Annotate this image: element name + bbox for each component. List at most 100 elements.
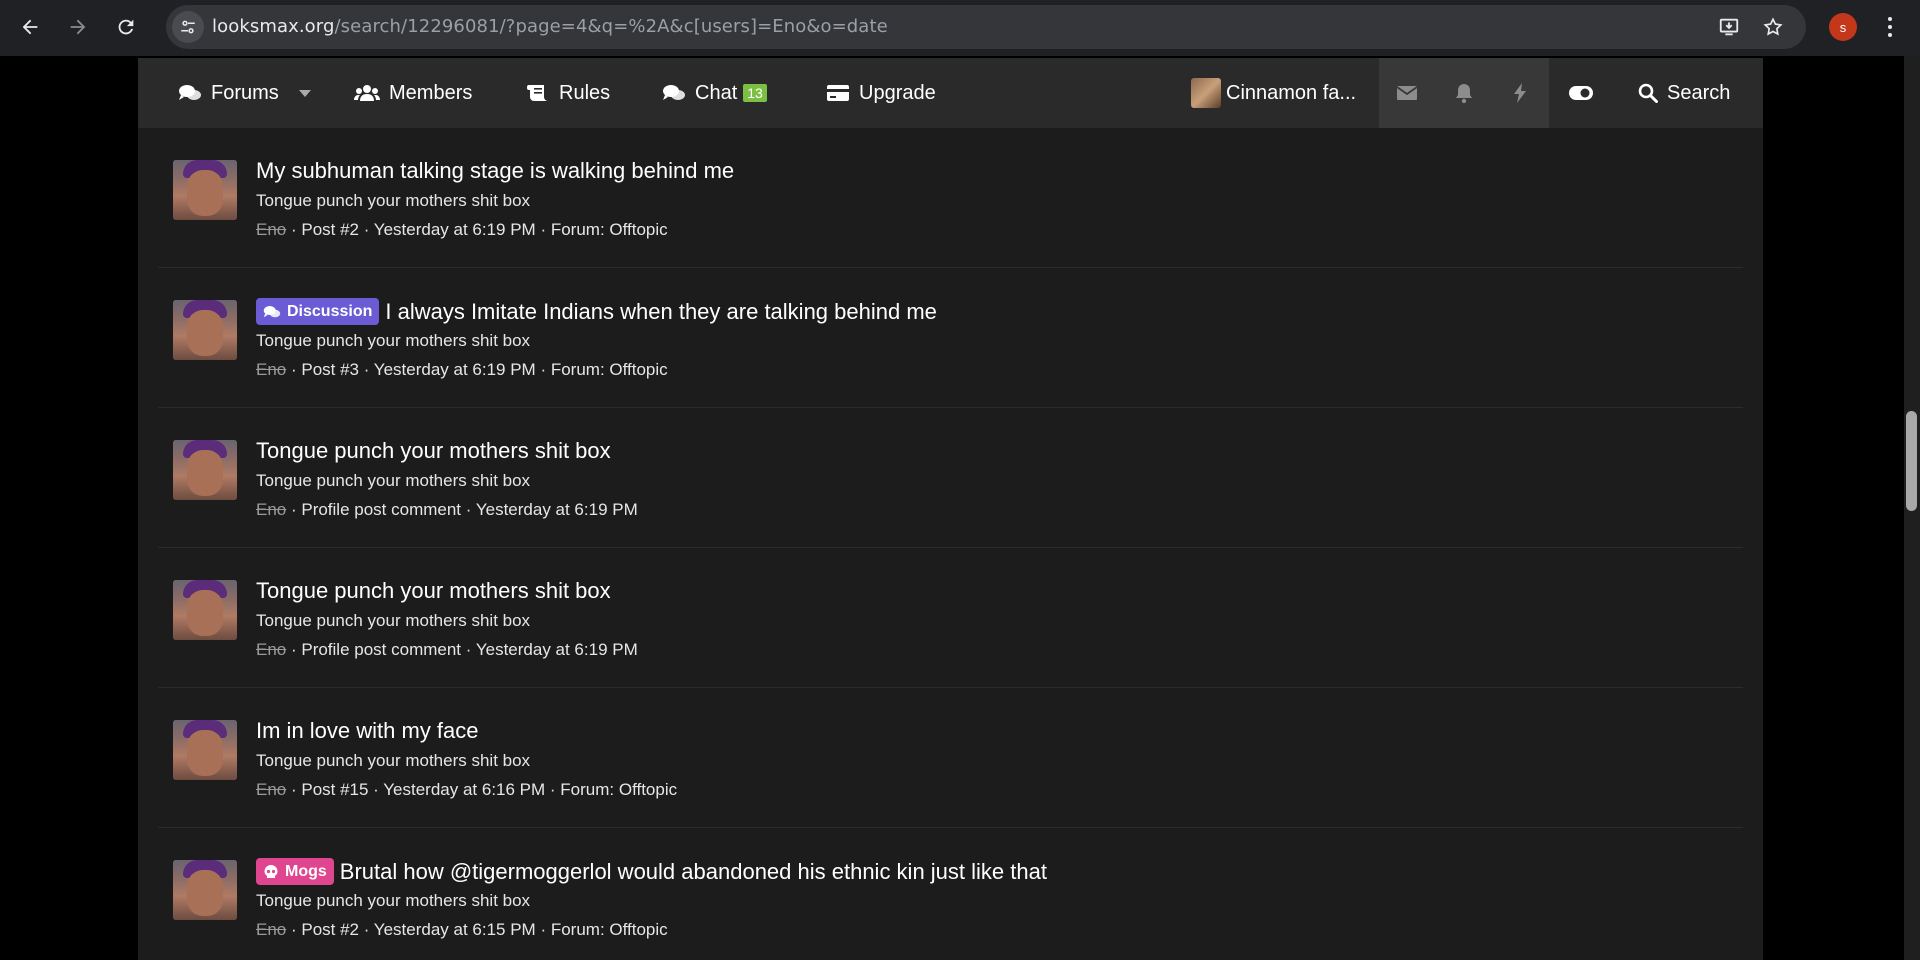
result-username[interactable]: Eno bbox=[256, 220, 286, 239]
result-title: Brutal how @tigermoggerlol would abandon… bbox=[339, 858, 1047, 884]
result-meta-text: · Post #2 · Yesterday at 6:19 PM · Forum… bbox=[286, 220, 668, 239]
nav-chat[interactable]: Chat 13 bbox=[662, 58, 767, 128]
result-snippet: Tongue punch your mothers shit box bbox=[256, 471, 531, 490]
nav-forums[interactable]: Forums bbox=[178, 58, 279, 128]
credit-card-icon bbox=[827, 85, 849, 101]
search-icon bbox=[1638, 83, 1658, 103]
nav-upgrade[interactable]: Upgrade bbox=[826, 58, 936, 128]
forum-navigation: Forums Members Rules Chat 13 Upgrade Cin… bbox=[138, 58, 1763, 128]
prefix-label: Mogs bbox=[285, 862, 327, 880]
list-item: Discussion I always Imitate Indians when… bbox=[158, 268, 1743, 408]
result-title-link[interactable]: Tongue punch your mothers shit box bbox=[256, 578, 611, 604]
nav-chat-label: Chat bbox=[695, 81, 738, 104]
account-name: Cinnamon fa... bbox=[1226, 81, 1357, 104]
result-title: I always Imitate Indians when they are t… bbox=[385, 298, 937, 324]
avatar[interactable] bbox=[173, 440, 237, 500]
mogs-prefix-badge[interactable]: Mogs bbox=[256, 858, 334, 885]
arrow-left-icon bbox=[22, 19, 38, 35]
result-snippet: Tongue punch your mothers shit box bbox=[256, 331, 531, 350]
envelope-icon bbox=[1396, 86, 1418, 100]
address-bar[interactable]: looksmax.org/search/12296081/?page=4&q=%… bbox=[166, 5, 1806, 49]
result-meta-text: · Post #2 · Yesterday at 6:15 PM · Forum… bbox=[286, 920, 668, 939]
avatar[interactable] bbox=[173, 860, 237, 920]
url-domain: looksmax.org bbox=[212, 16, 335, 37]
nav-forums-label: Forums bbox=[211, 81, 279, 104]
result-username[interactable]: Eno bbox=[256, 640, 286, 659]
result-username[interactable]: Eno bbox=[256, 920, 286, 939]
tune-icon bbox=[181, 20, 195, 34]
result-meta-text: · Profile post comment · Yesterday at 6:… bbox=[286, 640, 638, 659]
result-meta-text: · Profile post comment · Yesterday at 6:… bbox=[286, 500, 638, 519]
result-title: Tongue punch your mothers shit box bbox=[256, 438, 611, 463]
browser-menu-button[interactable] bbox=[1878, 12, 1902, 42]
comments-icon bbox=[263, 305, 281, 317]
url-text[interactable]: looksmax.org/search/12296081/?page=4&q=%… bbox=[212, 5, 888, 49]
prefix-label: Discussion bbox=[287, 302, 373, 320]
result-snippet: Tongue punch your mothers shit box bbox=[256, 891, 531, 910]
forward-button[interactable] bbox=[58, 7, 98, 47]
result-meta: Eno · Post #3 · Yesterday at 6:19 PM · F… bbox=[256, 360, 668, 380]
avatar[interactable] bbox=[173, 580, 237, 640]
result-title-link[interactable]: Im in love with my face bbox=[256, 718, 479, 744]
result-meta: Eno · Post #15 · Yesterday at 6:16 PM · … bbox=[256, 780, 677, 800]
whats-new-button[interactable] bbox=[1512, 58, 1537, 128]
chat-icon bbox=[663, 85, 685, 100]
install-app-icon[interactable] bbox=[1718, 16, 1740, 38]
nav-rules[interactable]: Rules bbox=[526, 58, 610, 128]
result-meta-text: · Post #15 · Yesterday at 6:16 PM · Foru… bbox=[286, 780, 678, 799]
result-title: My subhuman talking stage is walking beh… bbox=[256, 158, 735, 183]
list-item: Tongue punch your mothers shit box Tongu… bbox=[158, 408, 1743, 548]
result-meta: Eno · Profile post comment · Yesterday a… bbox=[256, 500, 638, 520]
result-meta: Eno · Post #2 · Yesterday at 6:19 PM · F… bbox=[256, 220, 668, 240]
avatar[interactable] bbox=[173, 300, 237, 360]
result-meta: Eno · Post #2 · Yesterday at 6:15 PM · F… bbox=[256, 920, 668, 940]
profile-avatar[interactable]: s bbox=[1829, 13, 1857, 41]
search-button[interactable]: Search bbox=[1638, 58, 1730, 128]
nav-rules-label: Rules bbox=[559, 81, 611, 104]
avatar[interactable] bbox=[173, 160, 237, 220]
result-title-link[interactable]: Discussion I always Imitate Indians when… bbox=[256, 298, 937, 325]
browser-toolbar: looksmax.org/search/12296081/?page=4&q=%… bbox=[0, 0, 1920, 56]
result-username[interactable]: Eno bbox=[256, 500, 286, 519]
skull-icon bbox=[264, 864, 278, 878]
site-info-button[interactable] bbox=[172, 11, 204, 43]
result-snippet: Tongue punch your mothers shit box bbox=[256, 751, 531, 770]
reload-button[interactable] bbox=[106, 7, 146, 47]
list-item: Tongue punch your mothers shit box Tongu… bbox=[158, 548, 1743, 688]
result-title-link[interactable]: Tongue punch your mothers shit box bbox=[256, 438, 611, 464]
account-menu[interactable]: Cinnamon fa... bbox=[1191, 58, 1356, 128]
caret-down-icon bbox=[299, 90, 311, 97]
arrow-right-icon bbox=[70, 19, 86, 35]
avatar[interactable] bbox=[173, 720, 237, 780]
result-title-link[interactable]: Mogs Brutal how @tigermoggerlol would ab… bbox=[256, 858, 1047, 885]
discussion-prefix-badge[interactable]: Discussion bbox=[256, 298, 380, 325]
star-icon[interactable] bbox=[1762, 16, 1784, 38]
result-username[interactable]: Eno bbox=[256, 360, 286, 379]
page-scrollbar-thumb[interactable] bbox=[1906, 411, 1917, 511]
url-path: /search/12296081/?page=4&q=%2A&c[users]=… bbox=[334, 16, 888, 37]
result-title: Im in love with my face bbox=[256, 718, 479, 743]
result-username[interactable]: Eno bbox=[256, 780, 286, 799]
search-label: Search bbox=[1667, 81, 1731, 104]
result-meta: Eno · Profile post comment · Yesterday a… bbox=[256, 640, 638, 660]
inbox-button[interactable] bbox=[1396, 58, 1427, 128]
list-item: My subhuman talking stage is walking beh… bbox=[158, 128, 1743, 268]
back-button[interactable] bbox=[10, 7, 50, 47]
user-avatar bbox=[1191, 78, 1221, 108]
result-title-link[interactable]: My subhuman talking stage is walking beh… bbox=[256, 158, 734, 184]
bell-icon bbox=[1456, 84, 1472, 104]
result-meta-text: · Post #3 · Yesterday at 6:19 PM · Forum… bbox=[286, 360, 668, 379]
list-item: Im in love with my face Tongue punch you… bbox=[158, 688, 1743, 828]
nav-members-label: Members bbox=[389, 81, 473, 104]
reload-icon bbox=[118, 19, 134, 35]
result-title: Tongue punch your mothers shit box bbox=[256, 578, 611, 603]
nav-upgrade-label: Upgrade bbox=[859, 81, 936, 104]
style-toggle[interactable] bbox=[1568, 58, 1603, 128]
forums-dropdown-toggle[interactable] bbox=[298, 58, 321, 128]
toggle-icon bbox=[1569, 86, 1593, 100]
bolt-icon bbox=[1514, 83, 1526, 103]
search-results: My subhuman talking stage is walking beh… bbox=[138, 128, 1763, 960]
nav-members[interactable]: Members bbox=[354, 58, 472, 128]
alerts-button[interactable] bbox=[1454, 58, 1483, 128]
comments-icon bbox=[179, 85, 201, 100]
